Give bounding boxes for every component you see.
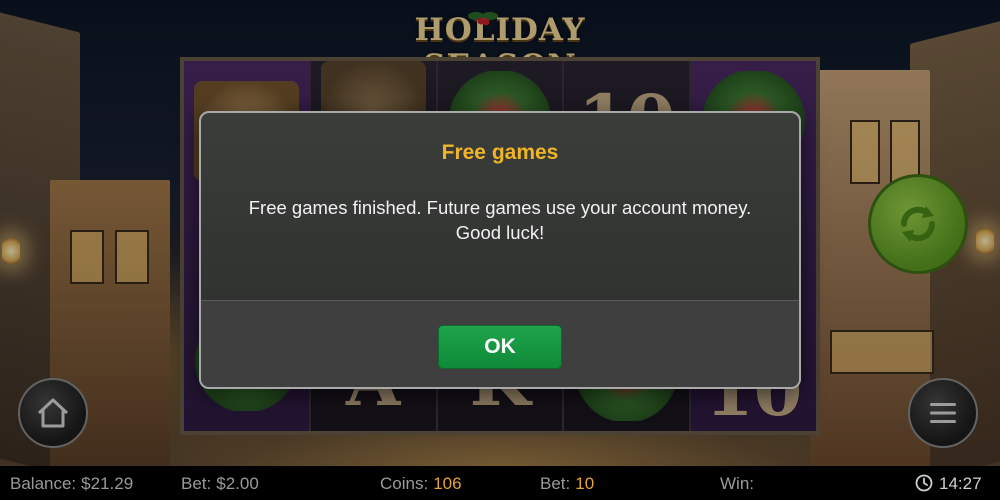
bet-amount-value: $2.00 xyxy=(216,474,259,493)
status-bar: Balance: $21.29 Bet: $2.00 Coins: 106 Bet: 1… xyxy=(0,466,1000,500)
bet-coins-label: Bet: xyxy=(540,474,571,493)
clock-time: 14:27 xyxy=(939,474,982,493)
bet-amount-stat: Bet: $2.00 xyxy=(181,474,259,494)
bet-coins-stat: Bet: 10 xyxy=(540,474,594,494)
clock-stat: 14:27 xyxy=(915,474,982,494)
balance-stat: Balance: $21.29 xyxy=(10,474,133,494)
coins-label: Coins: xyxy=(380,474,429,493)
free-games-dialog: Free games Free games finished. Future g… xyxy=(199,111,801,389)
ok-button[interactable]: OK xyxy=(438,325,562,369)
bet-amount-label: Bet: xyxy=(181,474,212,493)
dialog-message: Free games finished. Future games use yo… xyxy=(248,197,752,243)
bet-coins-value: 10 xyxy=(575,474,595,493)
balance-value: $21.29 xyxy=(81,474,134,493)
win-stat: Win: xyxy=(720,474,759,494)
coins-value: 106 xyxy=(433,474,462,493)
balance-label: Balance: xyxy=(10,474,77,493)
dialog-footer: OK xyxy=(201,300,799,387)
dialog-title: Free games xyxy=(441,141,559,164)
coins-stat: Coins: 106 xyxy=(380,474,462,494)
clock-icon xyxy=(915,474,933,492)
win-label: Win: xyxy=(720,474,754,493)
